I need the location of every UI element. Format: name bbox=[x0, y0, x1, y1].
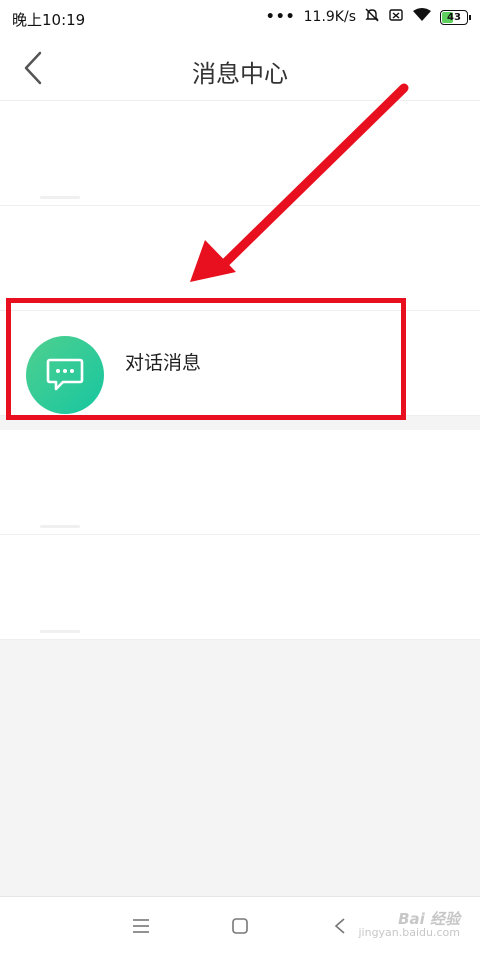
home-button[interactable] bbox=[231, 917, 249, 939]
status-time: 晚上10:19 bbox=[12, 11, 86, 29]
chat-bubble-icon bbox=[26, 336, 104, 414]
page-title: 消息中心 bbox=[192, 60, 288, 88]
list-item[interactable] bbox=[0, 101, 480, 206]
list-item[interactable] bbox=[0, 535, 480, 640]
mute-icon bbox=[364, 7, 380, 27]
home-square-icon bbox=[232, 918, 248, 934]
placeholder-line bbox=[40, 196, 80, 199]
watermark-logo: Bai 经验 bbox=[398, 910, 460, 928]
battery-icon: 43 bbox=[440, 9, 471, 25]
network-speed: 11.9K/s bbox=[303, 9, 356, 25]
menu-icon bbox=[133, 919, 149, 933]
sim-off-icon bbox=[388, 7, 404, 27]
menu-button[interactable] bbox=[131, 917, 151, 939]
status-icons: ••• 11.9K/s 43 bbox=[265, 7, 471, 27]
system-nav-bar: Bai 经验 jingyan.baidu.com bbox=[0, 896, 480, 961]
watermark: Bai 经验 jingyan.baidu.com bbox=[358, 910, 460, 940]
system-back-button[interactable] bbox=[333, 917, 347, 939]
wifi-icon bbox=[412, 7, 432, 27]
header-bar: 消息中心 bbox=[0, 36, 480, 101]
placeholder-line bbox=[40, 630, 80, 633]
list-item-dialog-messages[interactable]: 对话消息 bbox=[0, 311, 480, 416]
watermark-url: jingyan.baidu.com bbox=[358, 926, 460, 939]
list-item[interactable] bbox=[0, 206, 480, 311]
back-chevron-icon bbox=[334, 918, 345, 934]
section-gap bbox=[0, 416, 480, 430]
list-item[interactable] bbox=[0, 430, 480, 535]
battery-level: 43 bbox=[447, 11, 461, 23]
placeholder-line bbox=[40, 525, 80, 528]
list-item-label: 对话消息 bbox=[125, 352, 202, 374]
status-bar: 晚上10:19 ••• 11.9K/s 43 bbox=[0, 0, 480, 36]
message-list: 对话消息 bbox=[0, 101, 480, 640]
dots-icon: ••• bbox=[265, 9, 296, 25]
placeholder-line bbox=[40, 301, 80, 304]
